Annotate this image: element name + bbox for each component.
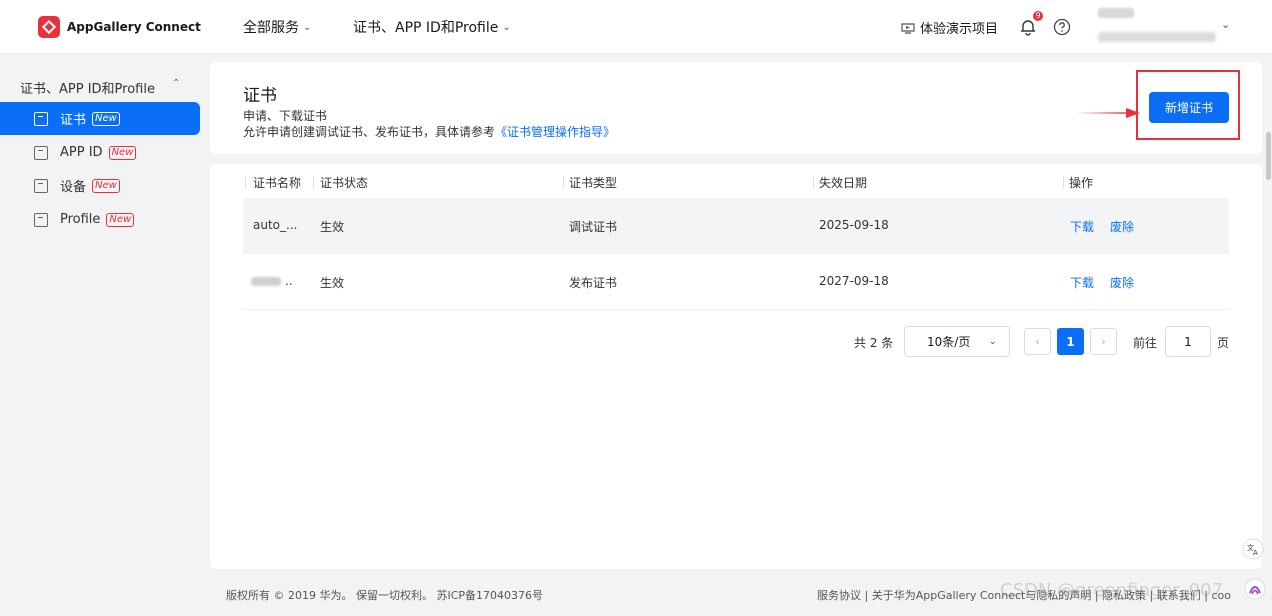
new-badge: New <box>108 145 137 160</box>
sidebar-item-label: Profile <box>60 212 101 227</box>
sidebar-item-profile[interactable]: Profile New <box>0 203 200 236</box>
annotation-arrow-icon <box>1076 108 1140 118</box>
nav-all-services[interactable]: 全部服务 ⌄ <box>243 17 311 37</box>
chevron-right-icon: › <box>1101 335 1106 348</box>
cert-expiry: 2027-09-18 <box>819 274 889 288</box>
cert-name: auto_... <box>253 218 298 232</box>
user-name-blurred[interactable] <box>1098 8 1134 18</box>
sidebar-item-label: 设备 <box>60 180 87 195</box>
sidebar-item-label: APP ID <box>60 145 103 160</box>
page-size-select[interactable]: 10条/页 ⌄ <box>904 326 1010 357</box>
column-header-type: 证书类型 <box>569 176 618 190</box>
top-bar: AppGallery Connect 全部服务 ⌄ 证书、APP ID和Prof… <box>0 0 1272 54</box>
cert-name-suffix: .. <box>285 274 293 288</box>
page-unit-label: 页 <box>1217 336 1230 350</box>
sidebar-item-label: 证书 <box>60 113 87 128</box>
chevron-down-icon: ⌄ <box>988 336 997 347</box>
new-badge: New <box>106 212 135 227</box>
next-page-button[interactable]: › <box>1090 328 1117 355</box>
prev-page-button[interactable]: ‹ <box>1024 328 1051 355</box>
column-divider <box>245 176 246 188</box>
chevron-down-icon: ⌄ <box>502 21 511 33</box>
assistant-icon[interactable] <box>1244 578 1266 600</box>
sidebar: 证书、APP ID和Profile ⌃ 证书 New APP ID New 设备… <box>0 54 200 616</box>
chevron-down-icon: ⌄ <box>303 21 312 33</box>
column-divider <box>1063 176 1064 188</box>
translate-icon[interactable]: 文 A <box>1242 538 1264 560</box>
notification-badge: 9 <box>1033 11 1043 21</box>
document-icon <box>34 178 48 193</box>
user-menu-chevron-icon[interactable]: ⌄ <box>1221 18 1230 31</box>
pagination-total: 共 2 条 <box>854 336 894 350</box>
page-scrollbar[interactable] <box>1266 132 1271 180</box>
footer-copyright: 版权所有 © 2019 华为。 保留一切权利。 苏ICP备17040376号 <box>226 589 544 602</box>
add-certificate-button[interactable]: 新增证书 <box>1149 92 1229 123</box>
table-header: 证书名称 证书状态 证书类型 失效日期 操作 <box>243 164 1229 198</box>
column-divider <box>313 176 314 188</box>
sidebar-section-label[interactable]: 证书、APP ID和Profile <box>20 78 155 97</box>
page-subtitle: 申请、下载证书 <box>243 109 328 123</box>
cert-guide-link[interactable]: 《证书管理操作指导》 <box>495 125 615 139</box>
column-divider <box>563 176 564 188</box>
revoke-link[interactable]: 废除 <box>1110 218 1134 235</box>
svg-text:A: A <box>1253 549 1258 557</box>
sidebar-item-devices[interactable]: 设备 New <box>0 169 200 202</box>
nav-cert-label: 证书、APP ID和Profile <box>353 20 499 36</box>
user-account-blurred[interactable] <box>1098 32 1216 42</box>
watermark: CSDN @greenfinger_007 <box>1000 580 1224 601</box>
cert-expiry: 2025-09-18 <box>819 218 889 232</box>
page-number-current[interactable]: 1 <box>1057 328 1084 355</box>
download-link[interactable]: 下载 <box>1070 218 1094 235</box>
document-icon <box>34 111 48 126</box>
revoke-link[interactable]: 废除 <box>1110 274 1134 291</box>
demo-project-label: 体验演示项目 <box>920 22 999 37</box>
sidebar-item-app-id[interactable]: APP ID New <box>0 136 200 169</box>
app-logo[interactable]: AppGallery Connect <box>38 16 201 38</box>
goto-page-input[interactable]: 1 <box>1165 326 1211 357</box>
page-header-card: 证书 申请、下载证书 允许申请创建调试证书、发布证书，具体请参考《证书管理操作指… <box>210 62 1262 154</box>
download-link[interactable]: 下载 <box>1070 274 1094 291</box>
table-row: .. 生效 发布证书 2027-09-18 下载 废除 <box>243 254 1229 310</box>
cert-status: 生效 <box>320 220 345 234</box>
new-badge: New <box>92 111 120 126</box>
page-title: 证书 <box>243 86 277 106</box>
demo-project-link[interactable]: 体验演示项目 <box>900 18 998 37</box>
column-header-expiry: 失效日期 <box>819 176 868 190</box>
chevron-left-icon: ‹ <box>1035 335 1040 348</box>
column-header-actions: 操作 <box>1069 176 1094 190</box>
demo-project-icon <box>901 22 915 34</box>
appgallery-logo-icon <box>38 16 60 38</box>
certificate-table-card: 证书名称 证书状态 证书类型 失效日期 操作 auto_... 生效 调试证书 … <box>210 164 1262 569</box>
goto-label: 前往 <box>1133 336 1158 350</box>
column-divider <box>813 176 814 188</box>
page-description-text: 允许申请创建调试证书、发布证书，具体请参考 <box>243 125 496 139</box>
nav-all-services-label: 全部服务 <box>243 20 299 36</box>
cert-type: 发布证书 <box>569 276 618 290</box>
sidebar-item-certificates[interactable]: 证书 New <box>0 102 200 135</box>
cert-name: .. <box>251 274 293 288</box>
document-icon <box>34 145 48 160</box>
blurred-name <box>251 277 281 286</box>
new-badge: New <box>92 178 120 193</box>
column-header-status: 证书状态 <box>320 176 369 190</box>
cert-type: 调试证书 <box>569 220 618 234</box>
chevron-up-icon[interactable]: ⌃ <box>172 78 180 89</box>
cert-status: 生效 <box>320 276 345 290</box>
app-name: AppGallery Connect <box>67 20 201 34</box>
page-description: 允许申请创建调试证书、发布证书，具体请参考《证书管理操作指导》 <box>243 123 615 140</box>
help-icon[interactable] <box>1053 18 1071 36</box>
page-size-value: 10条/页 <box>927 335 971 349</box>
table-row: auto_... 生效 调试证书 2025-09-18 下载 废除 <box>243 198 1229 254</box>
document-icon <box>34 212 48 227</box>
nav-cert-appid-profile[interactable]: 证书、APP ID和Profile ⌄ <box>353 17 511 37</box>
column-header-name: 证书名称 <box>253 176 302 190</box>
